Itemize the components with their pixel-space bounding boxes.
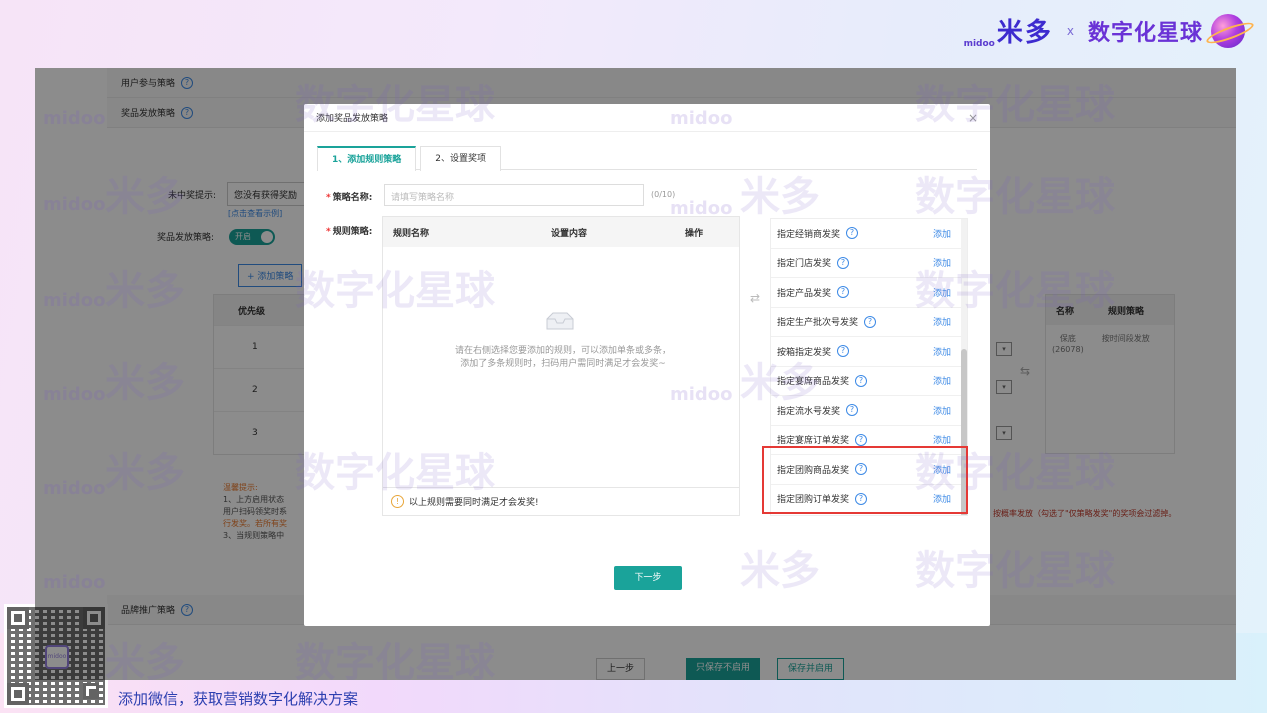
logo-small-text: midoo	[963, 39, 995, 49]
empty-inbox-icon	[546, 312, 574, 330]
next-button[interactable]: 下一步	[614, 566, 682, 590]
rule-option-label: 指定流水号发奖	[777, 406, 841, 417]
strategy-name-input[interactable]: 请填写策略名称	[384, 184, 644, 206]
close-icon[interactable]: ×	[968, 111, 978, 125]
modal-tabs: 1、添加规则策略 2、设置奖项	[317, 146, 977, 171]
footer-text: 添加微信，获取营销数字化解决方案	[118, 690, 359, 708]
rule-option-label: 按箱指定发奖	[777, 347, 832, 358]
strategy-name-label: * 策略名称:	[326, 190, 372, 203]
tab-set-prize[interactable]: 2、设置奖项	[420, 146, 501, 171]
warning-icon: !	[391, 495, 404, 508]
empty-hint-line-1: 请在右侧选择您要添加的规则，可以添加单条或多条，	[454, 346, 671, 356]
highlight-annotation-box	[762, 446, 968, 514]
help-icon[interactable]: ?	[864, 315, 877, 328]
add-link[interactable]: 添加	[933, 433, 951, 446]
add-link[interactable]: 添加	[933, 286, 951, 299]
help-icon[interactable]: ?	[855, 374, 868, 387]
help-icon[interactable]: ?	[837, 286, 850, 299]
help-icon[interactable]: ?	[846, 404, 859, 417]
rule-option[interactable]: 指定流水号发奖? 添加	[771, 396, 967, 426]
add-link[interactable]: 添加	[933, 256, 951, 269]
rules-footer-note: 以上规则需要同时满足才会发奖!	[409, 498, 539, 508]
help-icon[interactable]: ?	[846, 227, 859, 240]
rule-option-label: 指定生产批次号发奖	[777, 318, 859, 329]
planet-icon	[1211, 13, 1245, 48]
tab-add-rule[interactable]: 1、添加规则策略	[317, 146, 417, 171]
required-mark: *	[326, 193, 331, 203]
qr-finder	[7, 683, 29, 705]
rule-option[interactable]: 指定宴席商品发奖? 添加	[771, 367, 967, 396]
midoo-logo: midoo 米多	[964, 12, 1053, 49]
rules-table: 规则名称 设置内容 操作 请在右侧选择您要添加的规则，可以添加单条或多条， 添加…	[382, 216, 740, 516]
screenshot-frame: 用户参与策略 ? 奖品发放策略 ? 未中奖提示: 您没有获得奖励 [点击查看示例…	[35, 68, 1236, 680]
rules-label: * 规则策略:	[326, 224, 372, 237]
rule-option[interactable]: 按箱指定发奖? 添加	[771, 337, 967, 367]
add-link[interactable]: 添加	[933, 315, 951, 328]
add-link[interactable]: 添加	[933, 374, 951, 387]
add-link[interactable]: 添加	[933, 227, 951, 240]
modal-header: 添加奖品发放策略 ×	[304, 104, 990, 132]
help-icon[interactable]: ?	[855, 433, 868, 446]
col-action: 操作	[685, 228, 704, 239]
modal-title: 添加奖品发放策略	[316, 114, 389, 124]
rule-option-label: 指定经销商发奖	[777, 229, 841, 240]
rule-option[interactable]: 指定产品发奖? 添加	[771, 278, 967, 308]
rules-footer: ! 以上规则需要同时满足才会发奖!	[383, 487, 739, 515]
help-icon[interactable]: ?	[837, 345, 850, 358]
brand-header: midoo 米多 x 数字化星球	[964, 12, 1245, 49]
add-link[interactable]: 添加	[933, 404, 951, 417]
add-prize-strategy-modal: 添加奖品发放策略 × 1、添加规则策略 2、设置奖项 * 策略名称: 请填写策略名…	[304, 104, 990, 626]
rules-table-header: 规则名称 设置内容 操作	[383, 217, 739, 247]
brand-x: x	[1066, 23, 1074, 38]
transfer-arrows-icon: ⇄	[749, 291, 761, 305]
qr-finder	[7, 607, 29, 629]
rule-option-label: 指定产品发奖	[777, 288, 832, 299]
rule-option[interactable]: 指定经销商发奖? 添加	[771, 219, 967, 249]
rule-option[interactable]: 指定门店发奖? 添加	[771, 249, 967, 278]
col-rule-name: 规则名称	[393, 228, 430, 239]
partner-name: 数字化星球	[1087, 20, 1203, 46]
add-link[interactable]: 添加	[933, 345, 951, 358]
required-mark: *	[326, 227, 331, 237]
strategy-name-label-text: 策略名称:	[332, 193, 373, 203]
help-icon[interactable]: ?	[837, 256, 850, 269]
rule-option-label: 指定宴席订单发奖	[777, 436, 850, 447]
rule-option-label: 指定门店发奖	[777, 259, 832, 270]
rule-option[interactable]: 指定生产批次号发奖? 添加	[771, 308, 967, 337]
qr-finder	[83, 683, 99, 699]
name-counter: (0/10)	[651, 190, 676, 199]
col-setting: 设置内容	[551, 228, 588, 239]
empty-hint: 请在右侧选择您要添加的规则，可以添加单条或多条， 添加了多条规则时，扫码用户需同…	[423, 345, 703, 371]
empty-hint-line-2: 添加了多条规则时，扫码用户需同时满足才会发奖~	[460, 359, 666, 369]
brand-name: 米多	[996, 18, 1053, 48]
rule-option-label: 指定宴席商品发奖	[777, 377, 850, 388]
rules-label-text: 规则策略:	[332, 227, 373, 237]
